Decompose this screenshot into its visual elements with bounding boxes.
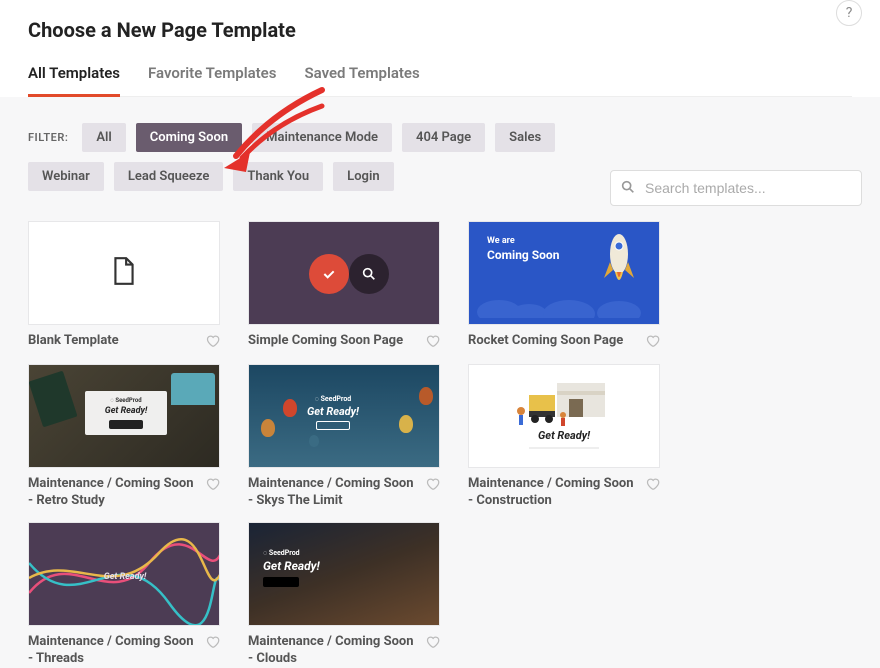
filter-label: FILTER: xyxy=(28,131,68,144)
clouds-icon xyxy=(469,288,660,318)
template-label: Maintenance / Coming Soon - Threads xyxy=(28,634,198,668)
search-input[interactable] xyxy=(610,170,862,206)
filter-chip-lead-squeeze[interactable]: Lead Squeeze xyxy=(114,162,224,191)
template-label: Blank Template xyxy=(28,333,119,350)
filter-chip-webinar[interactable]: Webinar xyxy=(28,162,104,191)
search-wrap xyxy=(610,170,862,206)
template-thumb[interactable] xyxy=(28,221,220,325)
filter-chip-thank-you[interactable]: Thank You xyxy=(233,162,323,191)
template-thumb[interactable]: We are Coming Soon xyxy=(468,221,660,325)
thumb-text: ◌ SeedProd Get Ready! xyxy=(85,391,167,435)
template-label: Maintenance / Coming Soon - Clouds xyxy=(248,634,418,668)
tab-favorite-templates[interactable]: Favorite Templates xyxy=(148,64,276,96)
select-icon xyxy=(309,254,349,294)
template-thumb[interactable]: ◌ SeedProd Get Ready! xyxy=(248,364,440,468)
heart-icon[interactable] xyxy=(205,333,220,352)
heart-icon[interactable] xyxy=(425,476,440,495)
typewriter-icon xyxy=(171,373,215,405)
tab-saved-templates[interactable]: Saved Templates xyxy=(304,64,419,96)
template-card-blank: Blank Template xyxy=(28,221,220,352)
template-grid: Blank Template Simple Coming Soon Page W… xyxy=(0,201,880,668)
template-label: Maintenance / Coming Soon - Retro Study xyxy=(28,476,198,510)
balloon-icon xyxy=(261,419,275,437)
balloon-icon xyxy=(283,399,297,417)
thumb-text: We are Coming Soon xyxy=(487,236,559,263)
filter-chip-coming-soon[interactable]: Coming Soon xyxy=(136,123,242,152)
svg-text:Get Ready!: Get Ready! xyxy=(104,572,147,582)
filter-chip-maintenance-mode[interactable]: Maintenance Mode xyxy=(252,123,392,152)
thumb-text: ◌ SeedProd Get Ready! xyxy=(307,395,359,430)
divider xyxy=(529,447,599,449)
filter-chip-404-page[interactable]: 404 Page xyxy=(402,123,485,152)
tabs: All Templates Favorite Templates Saved T… xyxy=(28,64,852,97)
heart-icon[interactable] xyxy=(205,634,220,653)
template-label: Maintenance / Coming Soon - Construction xyxy=(468,476,638,510)
template-card-rocket: We are Coming Soon Rocket Coming Soon Pa… xyxy=(468,221,660,352)
heart-icon[interactable] xyxy=(425,333,440,352)
page-title: Choose a New Page Template xyxy=(28,18,852,42)
template-card-clouds: ◌ SeedProd Get Ready! Maintenance / Comi… xyxy=(248,522,440,668)
balloon-icon xyxy=(419,387,433,405)
template-thumb[interactable]: Get Ready! xyxy=(28,522,220,626)
template-label: Rocket Coming Soon Page xyxy=(468,333,623,350)
template-card-retro: ◌ SeedProd Get Ready! Maintenance / Comi… xyxy=(28,364,220,510)
template-label: Maintenance / Coming Soon - Skys The Lim… xyxy=(248,476,418,510)
tab-all-templates[interactable]: All Templates xyxy=(28,64,120,97)
heart-icon[interactable] xyxy=(645,333,660,352)
help-icon[interactable]: ? xyxy=(836,0,862,26)
thumb-text: ◌ SeedProd Get Ready! xyxy=(263,549,320,587)
heart-icon[interactable] xyxy=(205,476,220,495)
filter-chip-all[interactable]: All xyxy=(82,123,125,152)
thumb-text: Get Ready! xyxy=(469,429,659,442)
construction-icon xyxy=(509,375,619,427)
book-icon xyxy=(28,371,77,428)
heart-icon[interactable] xyxy=(425,634,440,653)
filter-chip-sales[interactable]: Sales xyxy=(495,123,555,152)
heart-icon[interactable] xyxy=(645,476,660,495)
template-card-construction: Get Ready! Maintenance / Coming Soon - C… xyxy=(468,364,660,510)
template-label: Simple Coming Soon Page xyxy=(248,333,403,350)
zoom-icon xyxy=(349,254,389,294)
balloon-icon xyxy=(309,435,319,447)
threads-icon: Get Ready! xyxy=(29,523,220,626)
help-icon-glyph: ? xyxy=(846,5,853,21)
template-thumb[interactable]: Get Ready! xyxy=(468,364,660,468)
template-thumb[interactable] xyxy=(248,221,440,325)
template-thumb[interactable]: ◌ SeedProd Get Ready! xyxy=(28,364,220,468)
template-card-threads: Get Ready! Maintenance / Coming Soon - T… xyxy=(28,522,220,668)
template-card-simple: Simple Coming Soon Page xyxy=(248,221,440,352)
template-card-skys: ◌ SeedProd Get Ready! Maintenance / Comi… xyxy=(248,364,440,510)
template-thumb[interactable]: ◌ SeedProd Get Ready! xyxy=(248,522,440,626)
file-icon xyxy=(111,256,137,290)
filter-chip-login[interactable]: Login xyxy=(333,162,393,191)
balloon-icon xyxy=(399,415,413,433)
search-icon xyxy=(620,179,636,199)
